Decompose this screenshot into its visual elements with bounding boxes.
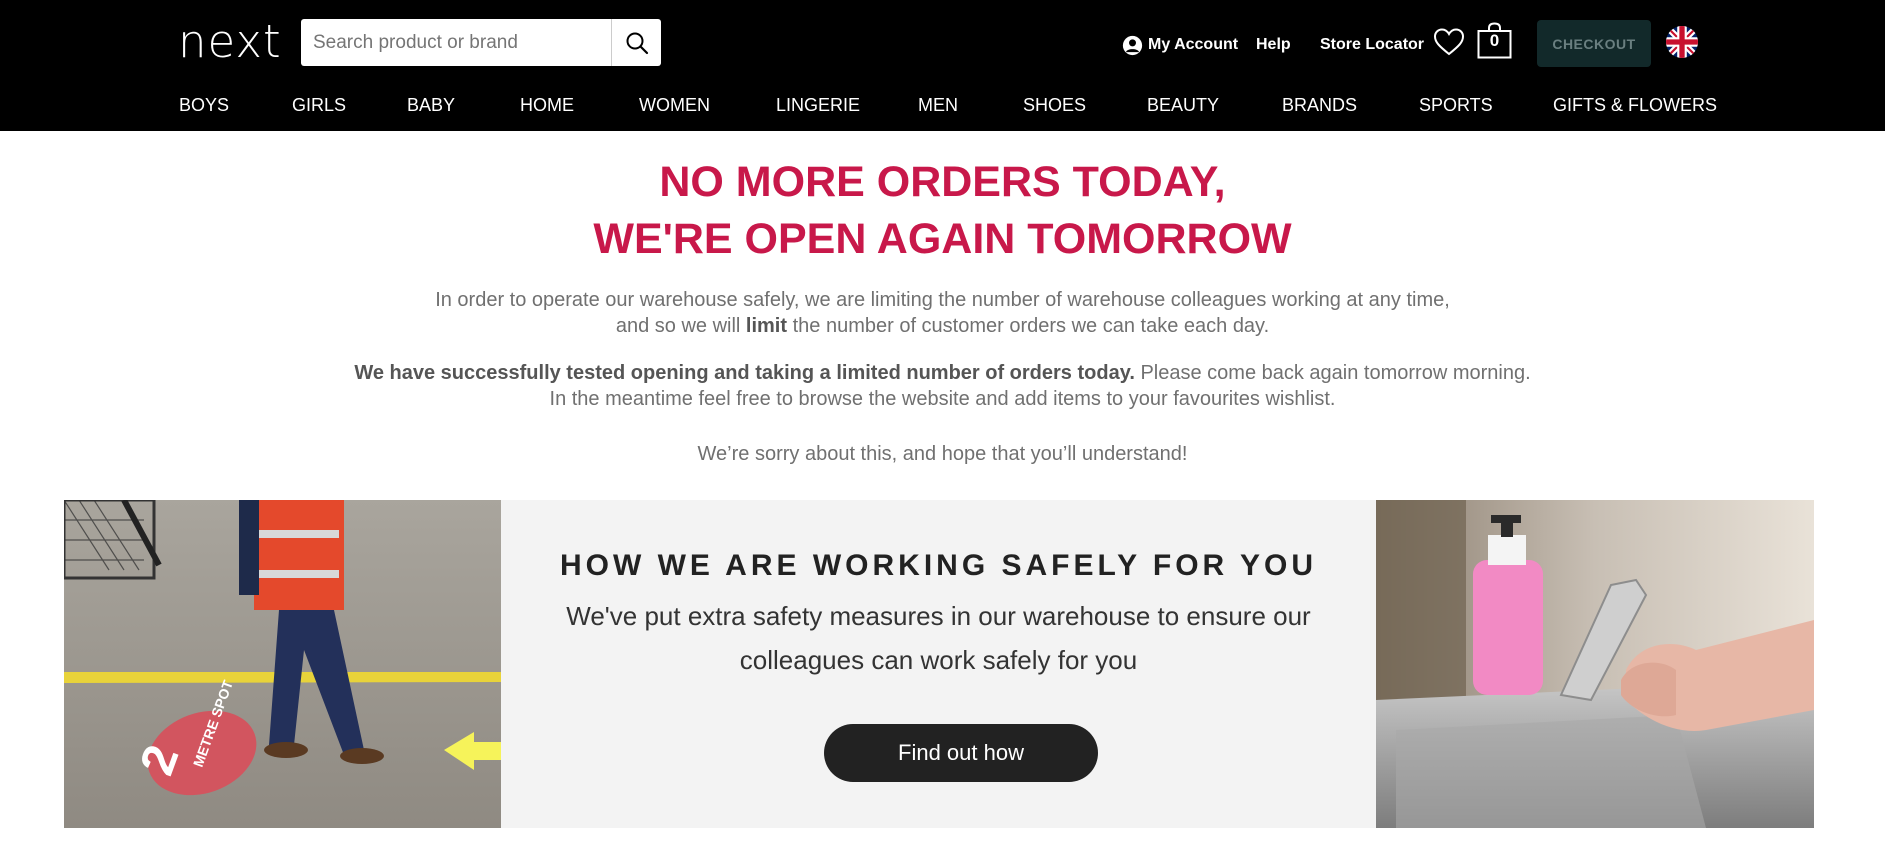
next-logo[interactable]: next — [178, 18, 282, 66]
search-input[interactable] — [301, 19, 611, 66]
warehouse-worker-image: 2 METRE SPOT — [64, 500, 501, 828]
safety-banner: 2 METRE SPOT HOW WE ARE WORKING SAFELY F… — [64, 500, 1814, 828]
notice-p1-post: the number of customer orders we can tak… — [787, 315, 1270, 337]
checkout-button[interactable]: CHECKOUT — [1537, 20, 1651, 67]
uk-flag-icon[interactable] — [1666, 26, 1698, 58]
find-out-how-button[interactable]: Find out how — [824, 724, 1098, 782]
site-header: next My Account Help Store Locator 0 CHE… — [0, 0, 1885, 131]
notice-paragraph-1: In order to operate our warehouse safely… — [0, 287, 1885, 339]
my-account-label: My Account — [1148, 36, 1239, 53]
main-navigation: BOYS GIRLS BABY HOME WOMEN LINGERIE MEN … — [0, 90, 1885, 120]
notice-p1-bold: limit — [745, 315, 788, 337]
notice-p2-bold: We have successfully tested opening and … — [354, 362, 1135, 384]
search-icon — [626, 32, 648, 54]
nav-men[interactable]: MEN — [918, 90, 958, 120]
notice-p1-pre: and so we will — [615, 315, 746, 337]
notice-p2-rest: Please come back again tomorrow morning. — [1134, 362, 1531, 384]
nav-sports[interactable]: SPORTS — [1419, 90, 1493, 120]
nav-lingerie[interactable]: LINGERIE — [776, 90, 860, 120]
account-icon — [1122, 35, 1143, 55]
banner-title: HOW WE ARE WORKING SAFELY FOR YOU — [559, 549, 1318, 582]
notice-p2-line2: In the meantime feel free to browse the … — [549, 388, 1336, 410]
nav-beauty[interactable]: BEAUTY — [1147, 90, 1219, 120]
nav-home[interactable]: HOME — [520, 90, 574, 120]
search-button[interactable] — [611, 19, 661, 66]
nav-girls[interactable]: GIRLS — [292, 90, 346, 120]
notice-title-line1: NO MORE ORDERS TODAY, — [659, 158, 1226, 206]
handwashing-image — [1376, 500, 1814, 828]
my-account-link[interactable]: My Account — [1122, 30, 1238, 60]
nav-shoes[interactable]: SHOES — [1023, 90, 1086, 120]
bag-count: 0 — [1489, 31, 1500, 50]
nav-women[interactable]: WOMEN — [639, 90, 710, 120]
nav-brands[interactable]: BRANDS — [1282, 90, 1357, 120]
nav-boys[interactable]: BOYS — [179, 90, 229, 120]
search-box — [301, 19, 661, 66]
shopping-bag[interactable]: 0 — [1477, 22, 1512, 59]
banner-text: We've put extra safety measures in our w… — [566, 601, 1311, 675]
notice-paragraph-3: We’re sorry about this, and hope that yo… — [697, 443, 1188, 465]
notice-title: NO MORE ORDERS TODAY, WE'RE OPEN AGAIN T… — [0, 154, 1885, 268]
nav-baby[interactable]: BABY — [407, 90, 455, 120]
store-locator-link[interactable]: Store Locator — [1320, 30, 1424, 60]
notice-p1-line2: and so we will limit the number of custo… — [0, 313, 1885, 339]
notice-title-line2: WE'RE OPEN AGAIN TOMORROW — [593, 215, 1292, 263]
help-link[interactable]: Help — [1256, 30, 1291, 60]
wishlist-heart-icon[interactable] — [1433, 27, 1465, 57]
notice-p2-line1: We have successfully tested opening and … — [0, 360, 1885, 386]
notice-paragraph-2: We have successfully tested opening and … — [0, 360, 1885, 412]
nav-gifts-flowers[interactable]: GIFTS & FLOWERS — [1553, 90, 1717, 120]
notice-p1-line1: In order to operate our warehouse safely… — [435, 289, 1450, 311]
